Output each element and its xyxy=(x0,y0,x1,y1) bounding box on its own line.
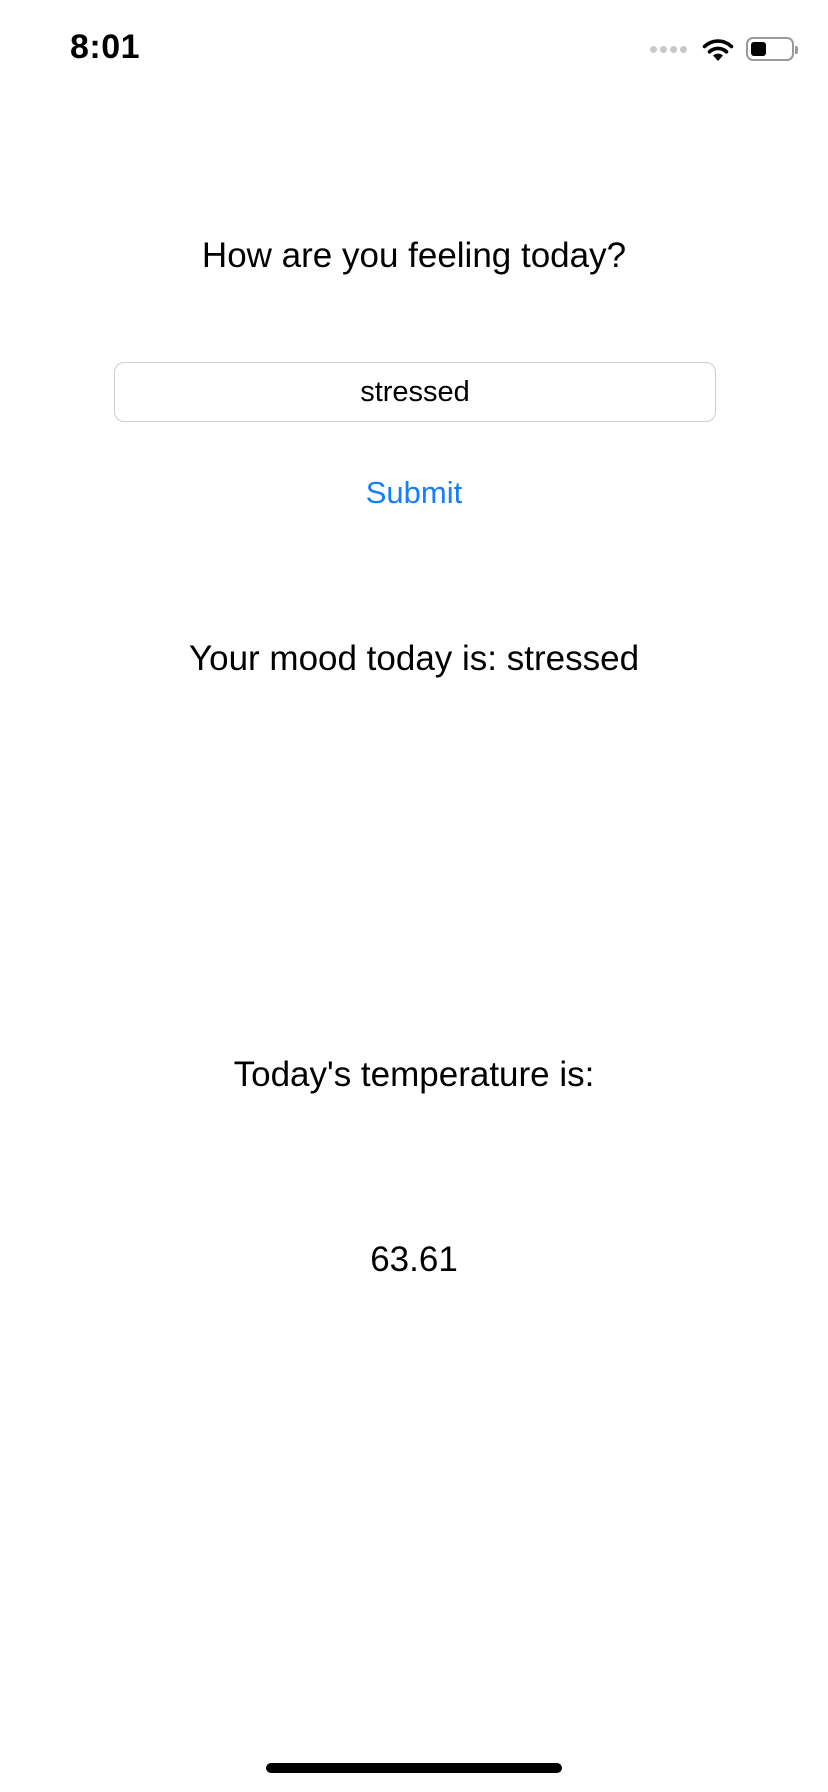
battery-icon xyxy=(746,37,798,61)
battery-cap xyxy=(795,46,798,54)
submit-button[interactable]: Submit xyxy=(314,468,514,518)
home-indicator[interactable] xyxy=(266,1763,562,1773)
question-label: How are you feeling today? xyxy=(201,236,627,275)
mood-result-text: Your mood today is: stressed xyxy=(188,639,640,678)
status-icons xyxy=(650,34,798,64)
signal-dots-icon xyxy=(650,45,690,53)
temperature-value: 63.61 xyxy=(370,1240,458,1279)
status-bar: 8:01 xyxy=(0,0,828,100)
status-time: 8:01 xyxy=(70,28,141,66)
wifi-icon xyxy=(702,39,734,61)
mood-input[interactable] xyxy=(114,362,716,422)
temperature-label: Today's temperature is: xyxy=(233,1055,595,1094)
battery-level xyxy=(751,42,766,56)
